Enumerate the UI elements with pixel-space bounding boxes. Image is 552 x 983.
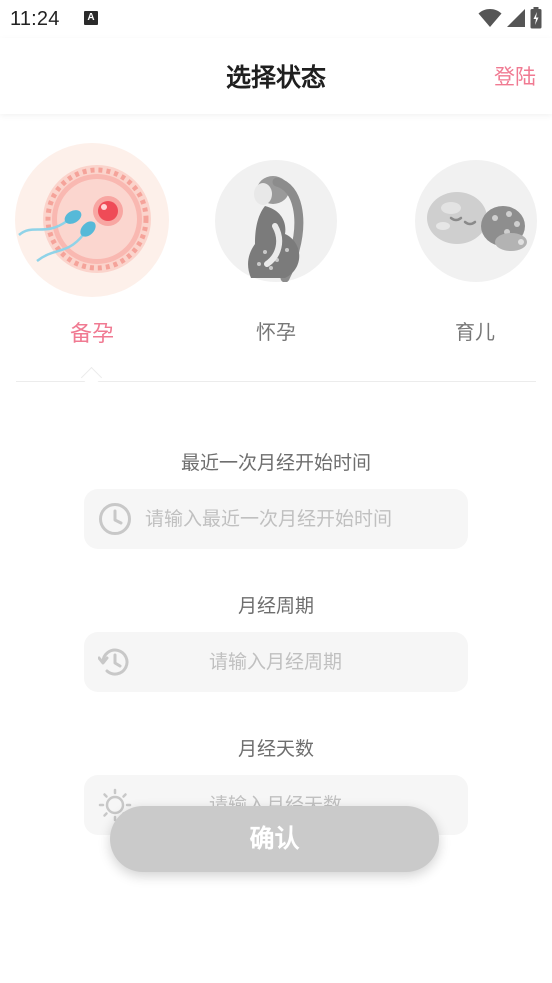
last-period-placeholder: 请输入最近一次月经开始时间 xyxy=(145,508,393,530)
period-days-label: 月经天数 xyxy=(237,738,314,760)
baby-care-icon xyxy=(427,192,527,251)
state-label-pregnancy: 怀孕 xyxy=(256,320,296,344)
notification-badge: A xyxy=(84,11,98,25)
signal-icon xyxy=(507,9,525,27)
status-icons xyxy=(478,7,542,29)
cycle-label: 月经周期 xyxy=(237,595,314,617)
confirm-button[interactable]: 确认 xyxy=(110,806,439,872)
status-time: 11:24 xyxy=(10,8,60,30)
battery-icon xyxy=(530,7,542,29)
page-title: 选择状态 xyxy=(225,63,326,92)
clock-icon xyxy=(99,503,131,535)
top-app-bar: 选择状态 登陆 xyxy=(0,38,552,114)
state-label-parenting: 育儿 xyxy=(455,320,495,344)
state-label-preconception: 备孕 xyxy=(69,322,114,347)
state-selector: 备孕 怀孕 育儿 xyxy=(0,140,552,360)
cycle-input[interactable]: 请输入月经周期 xyxy=(84,632,468,692)
cycle-placeholder: 请输入月经周期 xyxy=(209,651,343,673)
last-period-label: 最近一次月经开始时间 xyxy=(180,452,371,474)
login-button[interactable]: 登陆 xyxy=(494,61,536,91)
conception-icon xyxy=(18,165,151,273)
last-period-input[interactable]: 请输入最近一次月经开始时间 xyxy=(84,489,468,549)
selection-indicator xyxy=(80,366,103,389)
pregnancy-icon xyxy=(248,176,304,282)
history-icon xyxy=(98,648,129,676)
app-screen: 11:24 A 选择状态 登陆 备孕 怀孕 育儿 最近一次月经开始时间 请输入最… xyxy=(0,0,552,983)
status-bar: 11:24 A xyxy=(0,0,552,38)
wifi-icon xyxy=(478,9,502,27)
